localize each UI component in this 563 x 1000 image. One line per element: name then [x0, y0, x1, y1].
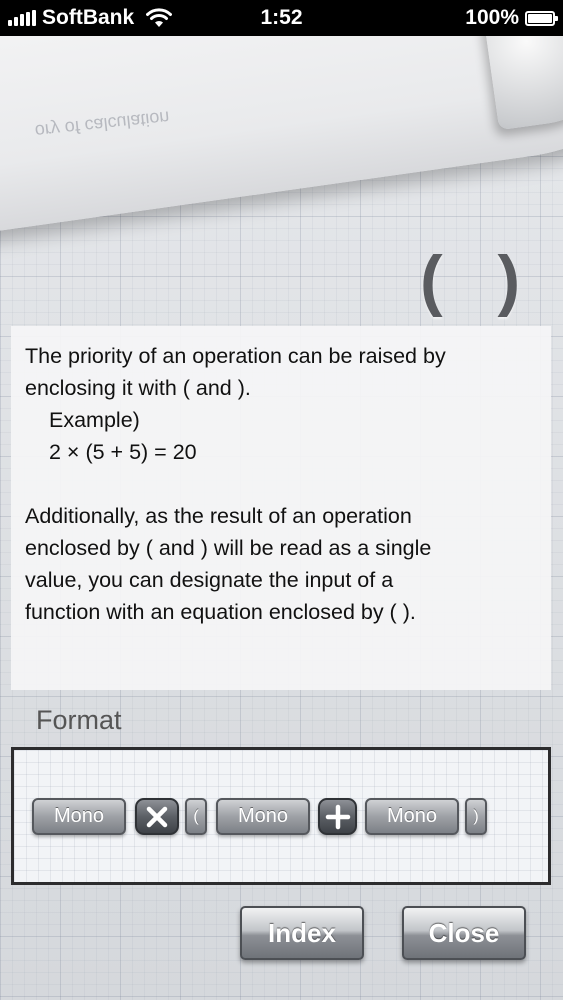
desc-line: The priority of an operation can be rais…	[25, 344, 446, 368]
index-button[interactable]: Index	[240, 906, 364, 960]
mono-chip: Mono	[32, 798, 126, 835]
example-label: Example)	[49, 408, 140, 432]
multiply-icon	[146, 806, 168, 827]
format-label: Format	[36, 705, 122, 735]
help-page: ory of calculation ( ) The priority of a…	[0, 36, 563, 1000]
close-button[interactable]: Close	[402, 906, 526, 960]
desc-line: enclosed by ( and ) will be read as a si…	[25, 536, 432, 560]
page-curl[interactable]: ory of calculation	[0, 36, 563, 234]
desc-line: value, you can designate the input of a	[25, 568, 394, 592]
curl-fold	[482, 36, 563, 131]
curl-sheet	[0, 36, 563, 234]
description-panel: The priority of an operation can be rais…	[11, 326, 551, 690]
plus-icon	[325, 804, 350, 829]
multiply-chip	[135, 798, 179, 835]
battery-percent: 100%	[465, 6, 519, 29]
battery-group: 100%	[465, 5, 558, 31]
open-paren-chip: (	[185, 798, 207, 835]
close-paren-chip: )	[465, 798, 487, 835]
curl-ghost-text: ory of calculation	[34, 107, 171, 142]
battery-icon	[525, 10, 558, 26]
plus-chip	[318, 798, 357, 835]
desc-line: function with an equation enclosed by ( …	[25, 600, 416, 624]
mono-chip: Mono	[365, 798, 459, 835]
format-box: Mono ( Mono Mono )	[11, 747, 551, 885]
desc-line: Additionally, as the result of an operat…	[25, 504, 412, 528]
desc-line: enclosing it with ( and ).	[25, 376, 251, 400]
mono-chip: Mono	[216, 798, 310, 835]
status-bar: SoftBank 1:52 100%	[0, 0, 563, 36]
page-title: ( )	[420, 242, 539, 318]
example-expression: 2 × (5 + 5) = 20	[49, 440, 197, 464]
